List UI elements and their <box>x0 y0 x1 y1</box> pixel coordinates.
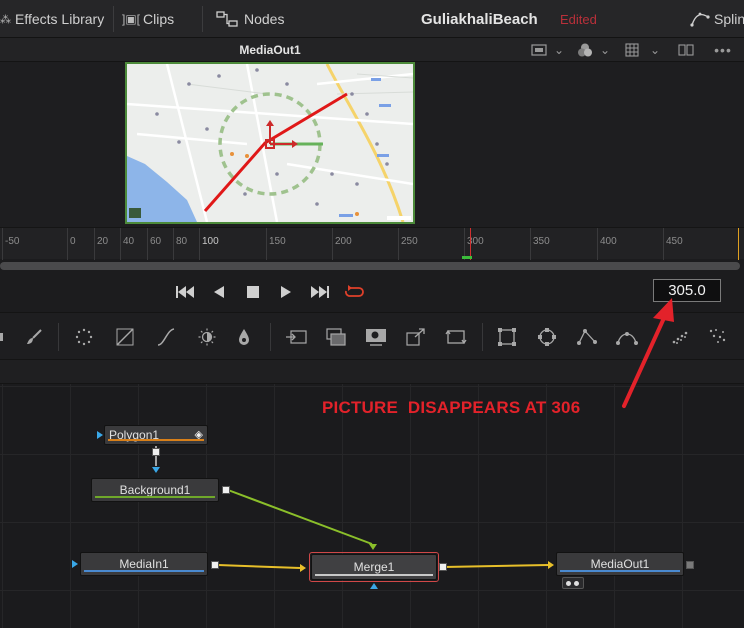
annotation-arrow <box>622 298 674 408</box>
fusion-page: ⁂ Effects Library ]▣[ Clips Nodes Guliak… <box>0 0 744 628</box>
